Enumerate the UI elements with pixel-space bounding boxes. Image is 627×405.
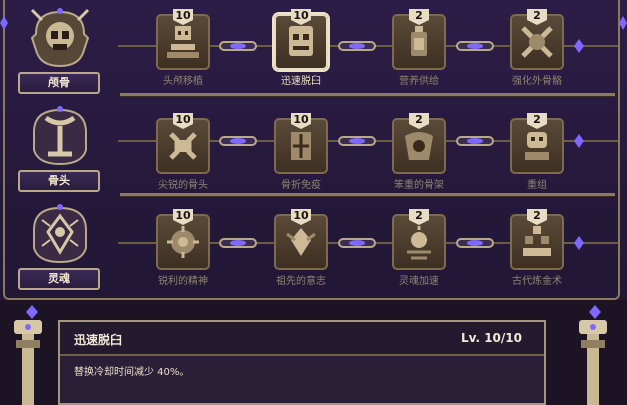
bone-pillar-right-icon xyxy=(579,320,607,405)
category-label: 颅骨 xyxy=(18,72,100,94)
heavy-skeleton-icon xyxy=(405,132,433,160)
skull-transplant-icon xyxy=(167,26,199,58)
sharp-bone-icon xyxy=(169,132,197,160)
detail-level: Lv. 10/10 xyxy=(460,331,522,345)
detail-header: 迅速脱臼 Lv. 10/10 xyxy=(60,322,544,356)
skill-row-soul: 灵魂 10 锐利的精神 10 祖先的意志 2 灵魂加速 2 古代炼金术 xyxy=(0,196,627,292)
skill-name: 营养供给 xyxy=(399,76,439,87)
fracture-immunity-icon xyxy=(291,132,311,160)
detail-description: 替换冷却时间减少 40%。 xyxy=(74,367,190,378)
category-label: 灵魂 xyxy=(18,268,100,290)
reinforced-exoskeleton-icon xyxy=(521,26,553,58)
chain-connector xyxy=(219,136,257,146)
row-end-gem-icon xyxy=(574,134,584,148)
level-badge: 10 xyxy=(172,110,194,130)
skill-name: 尖锐的骨头 xyxy=(158,180,208,191)
skill-name: 骨折免疫 xyxy=(281,180,321,191)
row-end-gem-icon xyxy=(574,39,584,53)
level-badge: 2 xyxy=(526,206,548,226)
skill-name: 头颅移植 xyxy=(163,76,203,87)
skull-icon xyxy=(30,8,90,68)
bone-pillar-left-icon xyxy=(14,320,42,405)
level-badge: 2 xyxy=(408,206,430,226)
skill-name: 迅速脱臼 xyxy=(281,76,321,87)
chain-connector xyxy=(338,238,376,248)
row-separator xyxy=(120,93,615,97)
chain-connector xyxy=(456,41,494,51)
level-badge: 10 xyxy=(290,206,312,226)
skill-row-skull: 颅骨 10 头颅移植 10 迅速脱臼 2 营养供给 2 强化外骨骼 xyxy=(0,0,627,97)
skill-name: 古代炼金术 xyxy=(512,276,562,287)
keen-spirit-icon xyxy=(167,226,199,258)
chain-connector xyxy=(338,41,376,51)
row-end-gem-icon xyxy=(574,236,584,250)
skill-name: 强化外骨骼 xyxy=(512,76,562,87)
panel-gem-icon xyxy=(26,305,38,319)
level-badge: 2 xyxy=(526,6,548,26)
nutrition-supply-icon xyxy=(411,26,427,56)
level-badge: 2 xyxy=(526,110,548,130)
category-label: 骨头 xyxy=(18,170,100,192)
soul-icon xyxy=(33,204,87,264)
chain-connector xyxy=(456,238,494,248)
reassemble-icon xyxy=(525,132,549,160)
soul-acceleration-icon xyxy=(407,226,431,260)
skill-name: 重组 xyxy=(527,180,547,191)
chain-connector xyxy=(456,136,494,146)
skill-name: 锐利的精神 xyxy=(158,276,208,287)
skill-name: 笨重的骨架 xyxy=(394,180,444,191)
quick-dislocation-icon xyxy=(289,26,313,56)
level-badge: 2 xyxy=(408,110,430,130)
skill-name: 灵魂加速 xyxy=(399,276,439,287)
level-badge: 10 xyxy=(172,206,194,226)
chain-connector xyxy=(219,238,257,248)
bone-icon xyxy=(33,106,87,166)
chain-connector xyxy=(219,41,257,51)
skill-name: 祖先的意志 xyxy=(276,276,326,287)
ancient-alchemy-icon xyxy=(523,226,551,256)
level-badge: 10 xyxy=(172,6,194,26)
detail-title: 迅速脱臼 xyxy=(74,333,123,347)
skill-row-bone: 骨头 10 尖锐的骨头 10 骨折免疫 2 笨重的骨架 2 重组 xyxy=(0,98,627,197)
level-badge: 10 xyxy=(290,110,312,130)
chain-connector xyxy=(338,136,376,146)
skill-detail-panel: 迅速脱臼 Lv. 10/10 替换冷却时间减少 40%。 xyxy=(58,320,546,405)
ancestor-will-icon xyxy=(286,228,316,256)
level-badge: 10 xyxy=(290,6,312,26)
panel-gem-icon xyxy=(589,305,601,319)
level-badge: 2 xyxy=(408,6,430,26)
